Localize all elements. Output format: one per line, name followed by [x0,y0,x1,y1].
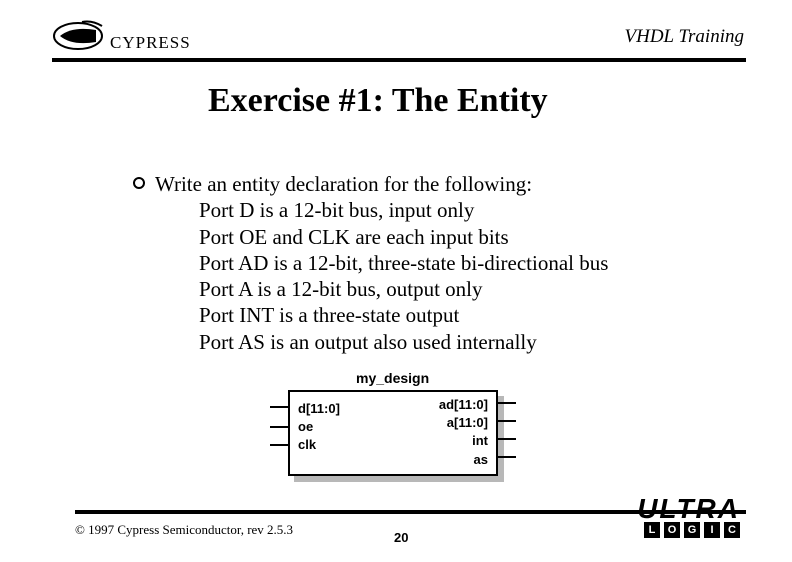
sub-item: Port A is a 12-bit bus, output only [199,276,608,302]
logo-box: L [644,522,660,538]
logo-box: I [704,522,720,538]
entity-diagram: d[11:0] oe clk ad[11:0] a[11:0] int as [288,390,506,484]
port-label: a[11:0] [439,414,488,432]
diagram-name: my_design [356,370,429,386]
port-label: int [439,432,488,450]
pin-icon [496,438,516,440]
right-ports: ad[11:0] a[11:0] int as [439,396,488,469]
ultra-brand: ULTRA [570,498,740,520]
ultra-boxes-row: L O G I C [570,522,740,538]
sub-item: Port AD is a 12-bit, three-state bi-dire… [199,250,608,276]
page-number: 20 [394,530,408,545]
logo-box: C [724,522,740,538]
port-label: clk [298,436,340,454]
left-ports: d[11:0] oe clk [298,400,340,455]
port-label: ad[11:0] [439,396,488,414]
ultra-logo: ULTRA L O G I C [570,498,740,542]
bullet-text: Write an entity declaration for the foll… [155,171,532,197]
slide-header: CYPRESS VHDL Training [52,16,746,62]
copyright: © 1997 Cypress Semiconductor, rev 2.5.3 [75,522,293,538]
sub-item: Port AS is an output also used internall… [199,329,608,355]
logo-box: O [664,522,680,538]
slide-title: Exercise #1: The Entity [208,82,548,120]
pin-icon [496,456,516,458]
pin-icon [270,406,290,408]
sub-item: Port INT is a three-state output [199,302,608,328]
bullet-icon [133,177,145,189]
sub-item: Port OE and CLK are each input bits [199,224,608,250]
company-name: CYPRESS [110,33,191,53]
port-label: oe [298,418,340,436]
pin-icon [496,402,516,404]
pin-icon [270,444,290,446]
port-label: as [439,451,488,469]
sub-item: Port D is a 12-bit bus, input only [199,197,608,223]
pin-icon [270,426,290,428]
logo-box: G [684,522,700,538]
bullet-item: Write an entity declaration for the foll… [133,171,608,197]
pin-icon [496,420,516,422]
header-rule [52,58,746,62]
diagram-box: d[11:0] oe clk ad[11:0] a[11:0] int as [288,390,498,476]
content-block: Write an entity declaration for the foll… [133,171,608,355]
header-topic: VHDL Training [625,26,745,48]
port-label: d[11:0] [298,400,340,418]
sub-items-list: Port D is a 12-bit bus, input only Port … [199,197,608,355]
cypress-logo-icon [52,16,106,54]
